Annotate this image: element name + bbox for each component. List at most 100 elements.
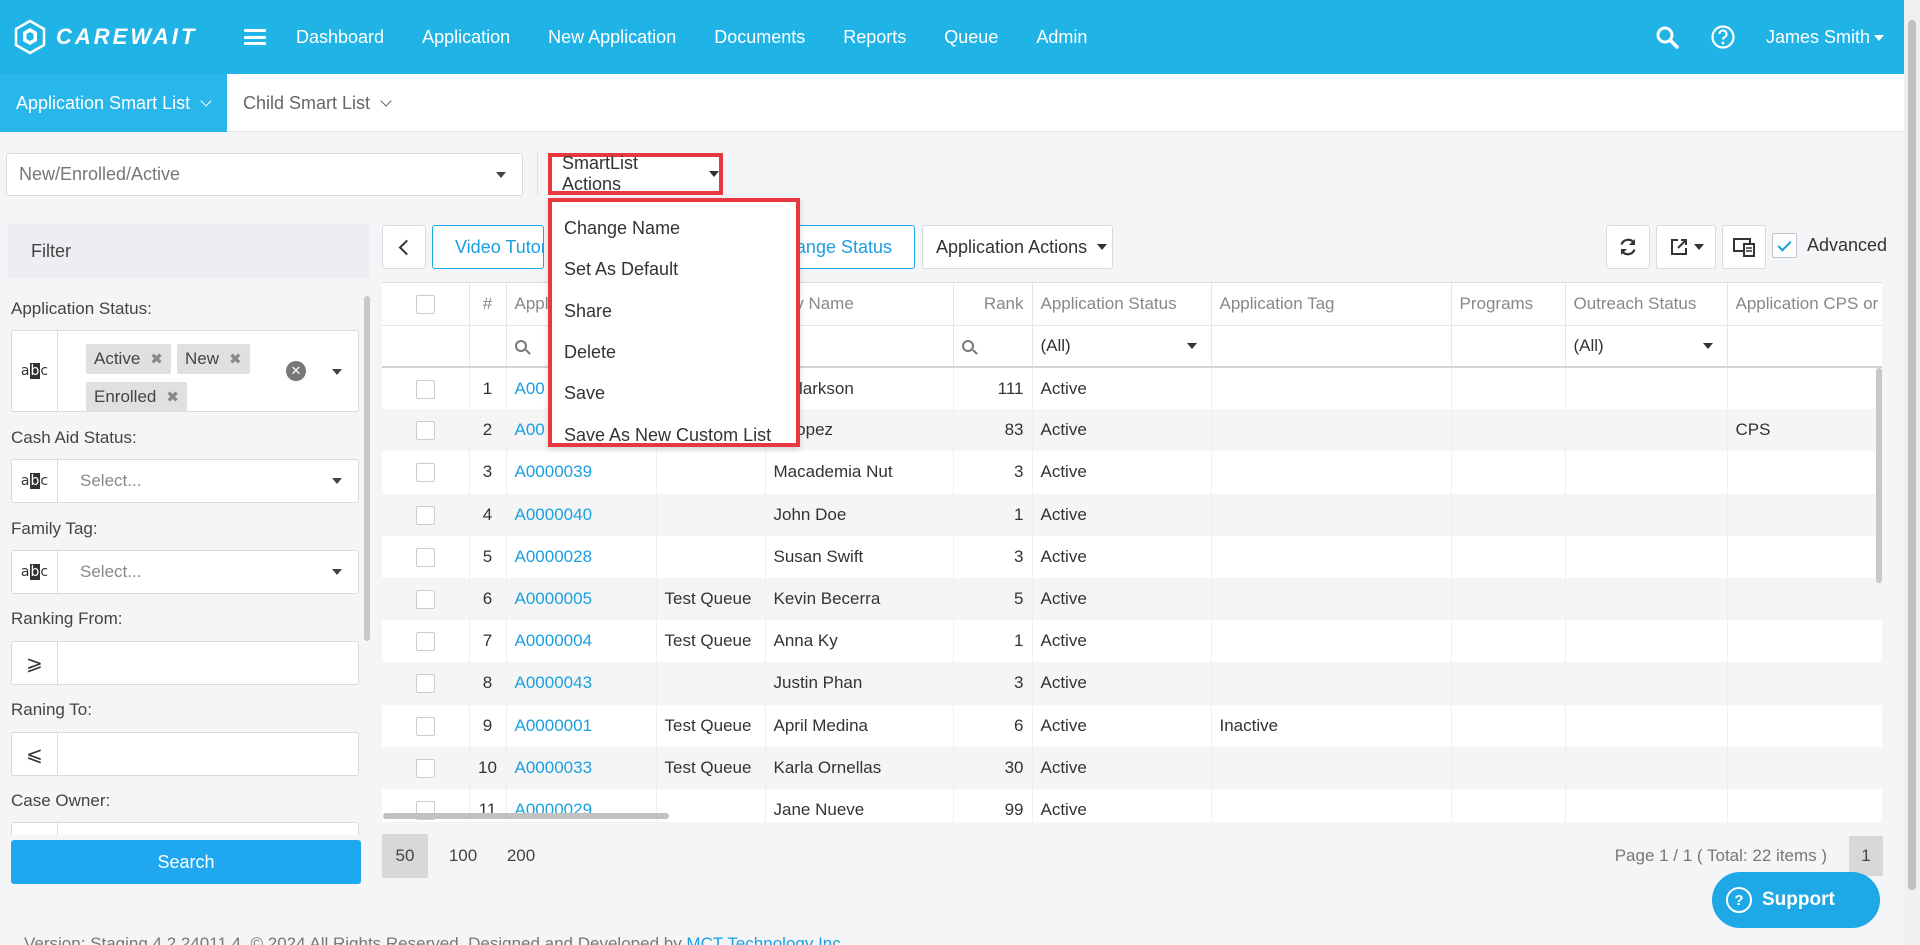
table-row[interactable]: 7 A0000004 Test Queue Anna Ky 1 Active <box>382 620 1882 663</box>
row-checkbox[interactable] <box>415 590 435 610</box>
brand-logo[interactable]: CAREWAIT <box>12 19 222 55</box>
application-link[interactable]: A0000005 <box>515 589 593 608</box>
row-checkbox[interactable] <box>415 716 435 736</box>
application-link[interactable]: A0000004 <box>515 631 593 650</box>
menu-item-save[interactable]: Save <box>552 373 796 414</box>
row-checkbox[interactable] <box>415 758 435 778</box>
table-row[interactable]: 8 A0000043 Justin Phan 3 Active <box>382 662 1882 705</box>
application-link[interactable]: A0000033 <box>515 758 593 777</box>
row-select-cell[interactable] <box>382 577 470 621</box>
row-select-cell[interactable] <box>382 704 470 747</box>
row-checkbox[interactable] <box>415 421 435 441</box>
clear-icon[interactable]: ✕ <box>286 361 306 381</box>
row-checkbox[interactable] <box>415 632 435 652</box>
menu-toggle-icon[interactable] <box>244 29 266 45</box>
application-link[interactable]: A0000043 <box>515 673 593 692</box>
row-checkbox[interactable] <box>415 505 435 525</box>
nav-documents[interactable]: Documents <box>714 27 805 48</box>
column-header[interactable]: Outreach Status <box>1565 283 1728 326</box>
filter-cell-outreach[interactable]: (All) <box>1565 325 1728 368</box>
page-size-200[interactable]: 200 <box>498 834 544 878</box>
application-link[interactable]: A0000028 <box>515 547 593 566</box>
row-select-cell[interactable] <box>382 493 470 536</box>
search-icon[interactable] <box>1654 24 1680 50</box>
column-header[interactable]: Application Tag <box>1211 283 1452 326</box>
select-all-header[interactable] <box>382 283 470 326</box>
menu-item-save-as-new[interactable]: Save As New Custom List <box>552 414 796 455</box>
tab-application-smart-list[interactable]: Application Smart List <box>0 74 227 132</box>
page-size-50[interactable]: 50 <box>382 834 428 878</box>
column-header[interactable]: # <box>469 283 507 326</box>
filter-cell-rank[interactable] <box>953 325 1033 368</box>
row-checkbox[interactable] <box>415 463 435 483</box>
nav-reports[interactable]: Reports <box>843 27 906 48</box>
column-chooser-button[interactable] <box>1722 225 1766 269</box>
page-scrollbar[interactable] <box>1904 0 1920 945</box>
video-tutorial-button[interactable]: Video Tutorial <box>432 225 544 269</box>
column-header[interactable]: Application CPS or <box>1727 283 1882 326</box>
menu-item-share[interactable]: Share <box>552 291 796 332</box>
table-row[interactable]: 4 A0000040 John Doe 1 Active <box>382 493 1882 536</box>
family-tag-select[interactable]: abc Select... <box>11 550 359 594</box>
filter-cell[interactable] <box>1211 325 1452 368</box>
nav-admin[interactable]: Admin <box>1036 27 1087 48</box>
row-select-cell[interactable] <box>382 451 470 494</box>
export-button[interactable] <box>1656 225 1716 269</box>
table-row[interactable]: 9 A0000001 Test Queue April Medina 6 Active In… <box>382 704 1882 747</box>
table-row[interactable]: 5 A0000028 Susan Swift 3 Active <box>382 535 1882 578</box>
collapse-filter-button[interactable] <box>382 225 426 269</box>
application-link[interactable]: A0000040 <box>515 505 593 524</box>
nav-application[interactable]: Application <box>422 27 510 48</box>
cash-aid-select[interactable]: abc Select... <box>11 459 359 503</box>
application-link[interactable]: A00 <box>515 379 545 398</box>
ranking-to-input[interactable]: ⩽ <box>11 732 359 776</box>
filter-header[interactable]: Filter <box>8 224 370 278</box>
application-link[interactable]: A0000001 <box>515 716 593 735</box>
menu-item-delete[interactable]: Delete <box>552 332 796 373</box>
row-select-cell[interactable] <box>382 620 470 663</box>
nav-new-application[interactable]: New Application <box>548 27 676 48</box>
remove-tag-icon[interactable]: ✖ <box>150 350 163 368</box>
advanced-checkbox[interactable] <box>1772 233 1797 258</box>
support-button[interactable]: ? Support <box>1712 872 1880 928</box>
menu-item-set-as-default[interactable]: Set As Default <box>552 249 796 290</box>
select-all-checkbox[interactable] <box>415 294 435 314</box>
user-menu[interactable]: James Smith <box>1766 27 1884 48</box>
row-checkbox[interactable] <box>415 547 435 567</box>
menu-item-change-name[interactable]: Change Name <box>552 208 796 249</box>
footer-link[interactable]: MCT Technology Inc. <box>686 934 845 945</box>
remove-tag-icon[interactable]: ✖ <box>166 388 179 406</box>
remove-tag-icon[interactable]: ✖ <box>229 350 242 368</box>
row-select-cell[interactable] <box>382 409 470 452</box>
filter-cell-status[interactable]: (All) <box>1032 325 1212 368</box>
case-owner-select[interactable] <box>11 822 359 835</box>
advanced-toggle[interactable]: Advanced <box>1772 233 1887 258</box>
column-header[interactable]: Programs <box>1451 283 1566 326</box>
page-size-100[interactable]: 100 <box>440 834 486 878</box>
page-number-1[interactable]: 1 <box>1849 836 1883 876</box>
row-checkbox[interactable] <box>415 674 435 694</box>
smartlist-actions-button[interactable]: SmartList Actions <box>548 153 723 195</box>
smartlist-select[interactable]: New/Enrolled/Active <box>6 153 523 196</box>
refresh-button[interactable] <box>1606 225 1650 269</box>
table-row[interactable]: 3 A0000039 Macademia Nut 3 Active <box>382 451 1882 494</box>
grid-horizontal-scrollbar[interactable] <box>383 813 669 819</box>
row-select-cell[interactable] <box>382 367 470 410</box>
filter-scrollbar[interactable] <box>364 296 370 641</box>
filter-cell[interactable] <box>1451 325 1566 368</box>
nav-dashboard[interactable]: Dashboard <box>296 27 384 48</box>
application-actions-button[interactable]: Application Actions <box>922 225 1113 269</box>
row-select-cell[interactable] <box>382 746 470 789</box>
tab-child-smart-list[interactable]: Child Smart List <box>227 74 406 132</box>
help-icon[interactable] <box>1710 24 1736 50</box>
search-button[interactable]: Search <box>11 840 361 884</box>
application-link[interactable]: A00 <box>515 420 545 439</box>
ranking-from-input[interactable]: ⩾ <box>11 641 359 685</box>
filter-cell[interactable] <box>1727 325 1882 368</box>
table-row[interactable]: 10 A0000033 Test Queue Karla Ornellas 30 Acti… <box>382 746 1882 789</box>
column-header[interactable]: Application Status <box>1032 283 1212 326</box>
caret-down-icon[interactable] <box>332 369 342 375</box>
table-row[interactable]: 6 A0000005 Test Queue Kevin Becerra 5 Active <box>382 577 1882 621</box>
row-select-cell[interactable] <box>382 535 470 578</box>
nav-queue[interactable]: Queue <box>944 27 998 48</box>
